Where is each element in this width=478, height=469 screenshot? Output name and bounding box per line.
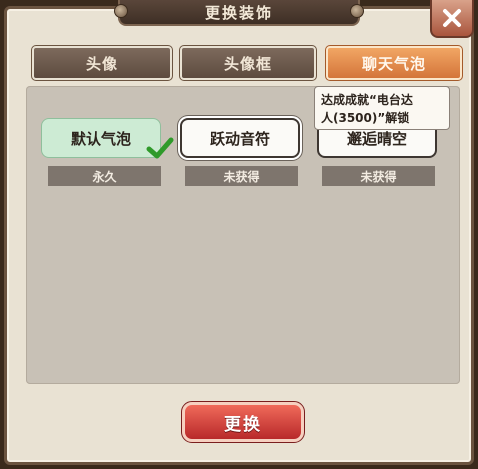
tab-avatar[interactable]: 头像 xyxy=(31,45,173,81)
bubble-item-label: 跃动音符 xyxy=(209,129,270,148)
bubble-status-sunny-sky: 未获得 xyxy=(322,166,435,186)
bubble-status-lively-notes: 未获得 xyxy=(185,166,298,186)
status-label: 未获得 xyxy=(223,169,260,184)
bubble-status-default: 永久 xyxy=(48,166,161,186)
close-button[interactable] xyxy=(430,0,474,38)
right-stud-decoration xyxy=(350,4,364,18)
change-button[interactable]: 更换 xyxy=(181,401,305,443)
change-button-label: 更换 xyxy=(224,414,262,435)
left-stud-decoration xyxy=(114,4,128,18)
title-plate: 更换装饰 xyxy=(114,0,364,26)
tab-avatar-frame-label: 头像框 xyxy=(223,54,272,73)
tooltip-line: 人(3500)”解锁 xyxy=(321,111,410,125)
tab-chat-bubble-label: 聊天气泡 xyxy=(361,54,426,73)
close-icon xyxy=(443,9,461,27)
status-label: 永久 xyxy=(92,169,117,184)
status-label: 未获得 xyxy=(360,169,397,184)
dialog-title: 更换装饰 xyxy=(204,3,273,22)
tab-avatar-frame[interactable]: 头像框 xyxy=(179,45,317,81)
bubble-item-label: 默认气泡 xyxy=(70,129,131,148)
unlock-tooltip: 达成成就“电台达 人(3500)”解锁 xyxy=(314,86,450,130)
bubble-item-lively-notes[interactable]: 跃动音符 xyxy=(180,118,300,158)
tab-chat-bubble[interactable]: 聊天气泡 xyxy=(325,45,463,81)
bubble-item-label: 邂逅晴空 xyxy=(346,129,407,148)
checkmark-icon xyxy=(146,137,174,159)
tooltip-line: 达成成就“电台达 xyxy=(321,93,413,107)
bubble-item-default[interactable]: 默认气泡 xyxy=(41,118,161,158)
tab-avatar-label: 头像 xyxy=(85,54,118,73)
